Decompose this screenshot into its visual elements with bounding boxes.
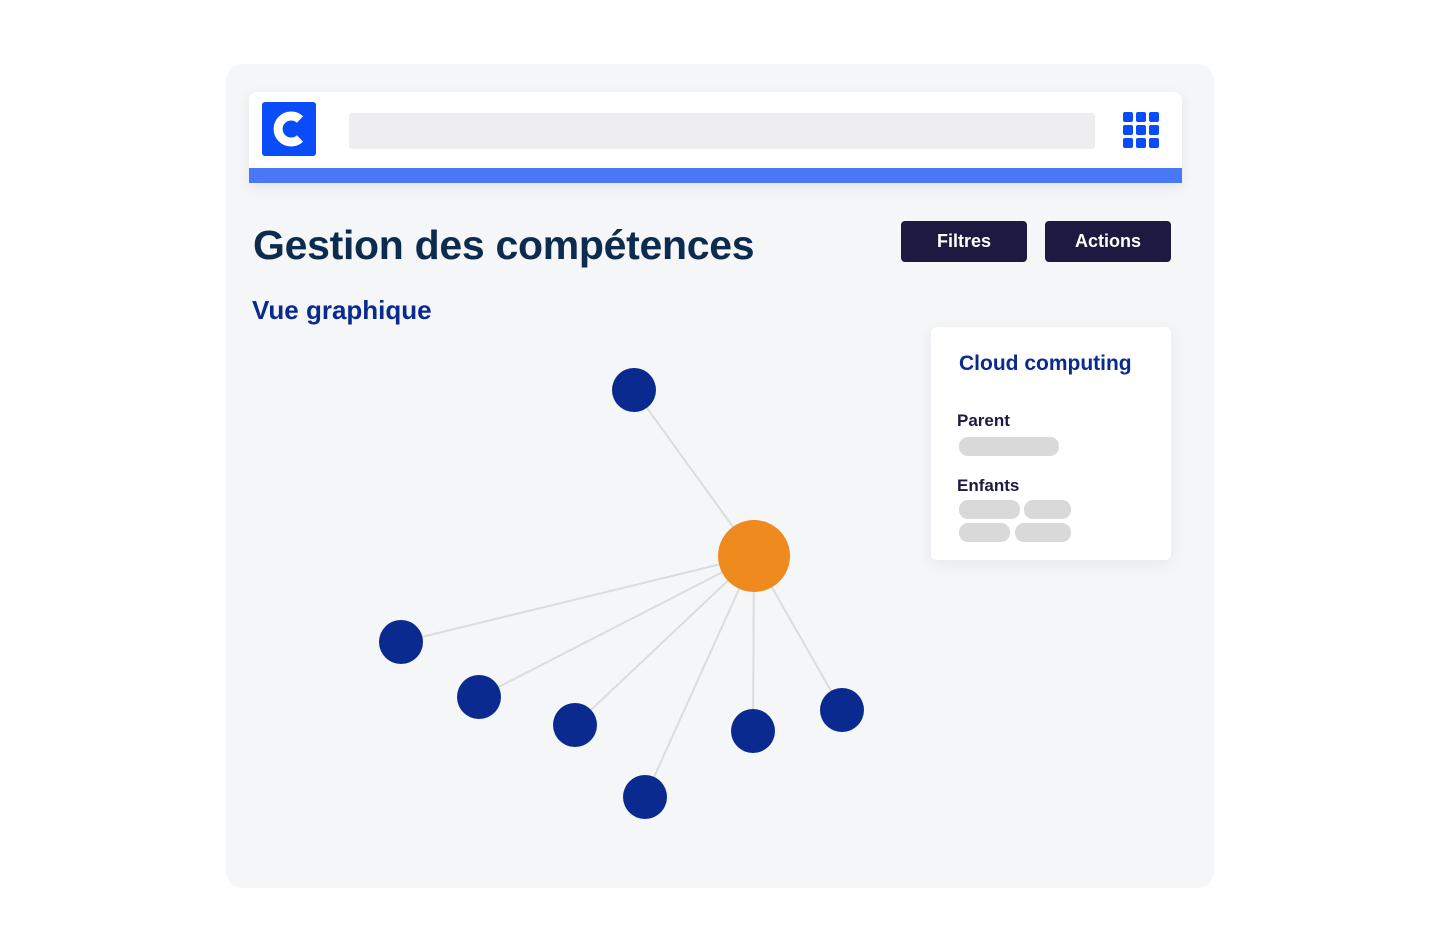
- grid-dot: [1149, 138, 1159, 148]
- children-label: Enfants: [957, 476, 1020, 495]
- parent-skill-node[interactable]: [612, 368, 656, 412]
- search-input[interactable]: [349, 113, 1095, 149]
- grid-dot: [1136, 138, 1146, 148]
- filters-button[interactable]: Filtres: [901, 221, 1027, 262]
- page-title: Gestion des compétences: [253, 222, 755, 268]
- child-skill-node[interactable]: [731, 709, 775, 753]
- parent-placeholder[interactable]: [959, 437, 1059, 456]
- topbar-accent-bar: [249, 168, 1182, 183]
- child-skill-node[interactable]: [553, 703, 597, 747]
- grid-dot: [1123, 138, 1133, 148]
- logo-c-icon: [273, 111, 304, 147]
- skill-name: Cloud computing: [959, 352, 1132, 375]
- grid-dot: [1123, 112, 1133, 122]
- grid-dot: [1149, 125, 1159, 135]
- child-placeholder[interactable]: [1024, 500, 1071, 519]
- child-skill-node[interactable]: [457, 675, 501, 719]
- child-placeholder[interactable]: [1015, 523, 1071, 542]
- grid-dot: [1136, 125, 1146, 135]
- parent-label: Parent: [957, 411, 1010, 430]
- top-navigation-bar: [249, 92, 1182, 183]
- skill-detail-card: Cloud computing Parent Enfants: [931, 327, 1171, 560]
- section-title: Vue graphique: [252, 295, 432, 325]
- child-skill-node[interactable]: [820, 688, 864, 732]
- grid-dot: [1149, 112, 1159, 122]
- grid-dot: [1136, 112, 1146, 122]
- child-skill-node[interactable]: [379, 620, 423, 664]
- child-skill-node[interactable]: [623, 775, 667, 819]
- grid-dot: [1123, 125, 1133, 135]
- apps-grid-icon[interactable]: [1123, 112, 1163, 150]
- app-logo[interactable]: [262, 102, 316, 156]
- child-placeholder[interactable]: [959, 523, 1010, 542]
- selected-skill-node[interactable]: [718, 520, 790, 592]
- child-placeholder[interactable]: [959, 500, 1020, 519]
- actions-button[interactable]: Actions: [1045, 221, 1171, 262]
